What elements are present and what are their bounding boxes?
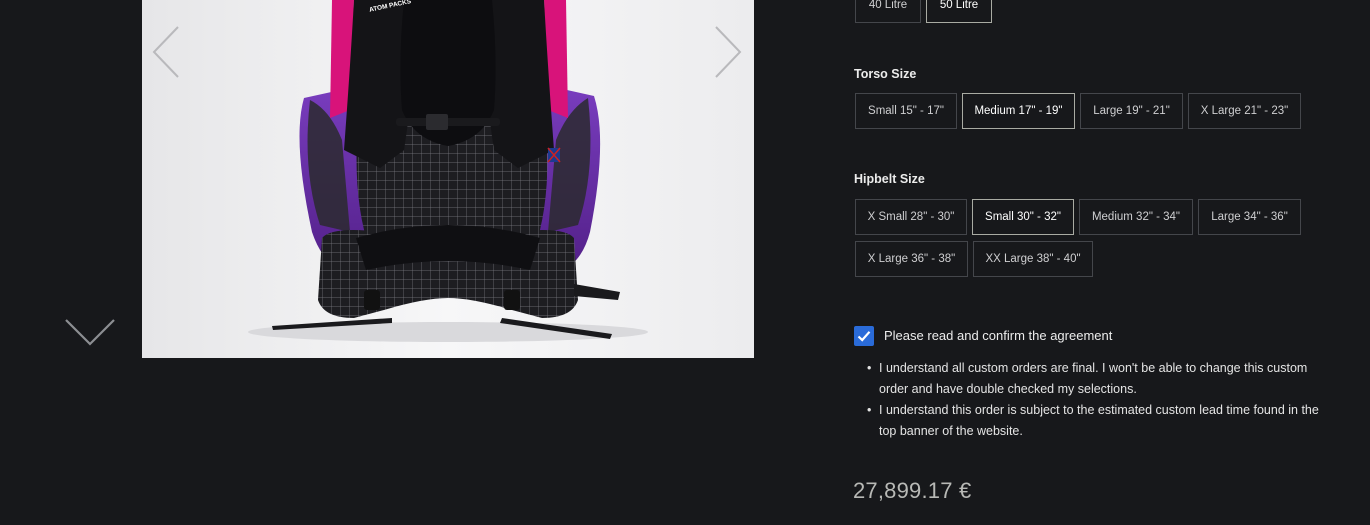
torso-option-x-large[interactable]: X Large 21" - 23" bbox=[1188, 93, 1301, 129]
gallery-next-button[interactable] bbox=[710, 24, 744, 80]
torso-option-small[interactable]: Small 15" - 17" bbox=[855, 93, 957, 129]
chevron-left-icon bbox=[152, 26, 179, 78]
torso-size-label: Torso Size bbox=[854, 67, 917, 81]
torso-option-medium[interactable]: Medium 17" - 19" bbox=[962, 93, 1075, 129]
capacity-option-40-litre[interactable]: 40 Litre bbox=[855, 0, 921, 23]
capacity-option-50-litre[interactable]: 50 Litre bbox=[926, 0, 992, 23]
check-icon bbox=[857, 331, 871, 342]
agreement-title: Please read and confirm the agreement bbox=[884, 328, 1113, 343]
chevron-right-icon bbox=[715, 26, 742, 78]
product-gallery: ATOM PACKS bbox=[142, 0, 754, 358]
product-image: ATOM PACKS bbox=[142, 0, 754, 358]
hipbelt-option-small[interactable]: Small 30" - 32" bbox=[972, 199, 1074, 235]
hipbelt-option-xx-large[interactable]: XX Large 38" - 40" bbox=[973, 241, 1093, 277]
gallery-prev-button[interactable] bbox=[150, 24, 184, 80]
chevron-down-icon bbox=[65, 319, 115, 346]
torso-option-large[interactable]: Large 19" - 21" bbox=[1080, 93, 1183, 129]
hipbelt-option-large[interactable]: Large 34" - 36" bbox=[1198, 199, 1301, 235]
hipbelt-option-medium[interactable]: Medium 32" - 34" bbox=[1079, 199, 1193, 235]
hipbelt-size-label: Hipbelt Size bbox=[854, 172, 925, 186]
agreement-terms-list: I understand all custom orders are final… bbox=[866, 358, 1326, 442]
hipbelt-option-x-small[interactable]: X Small 28" - 30" bbox=[855, 199, 967, 235]
agreement-term: I understand all custom orders are final… bbox=[866, 358, 1326, 400]
agreement-term: I understand this order is subject to th… bbox=[866, 400, 1326, 442]
hipbelt-option-x-large[interactable]: X Large 36" - 38" bbox=[855, 241, 968, 277]
thumbnails-scroll-down-button[interactable] bbox=[62, 316, 118, 348]
agreement-checkbox[interactable] bbox=[854, 326, 874, 346]
product-price: 27,899.17 € bbox=[853, 478, 972, 503]
